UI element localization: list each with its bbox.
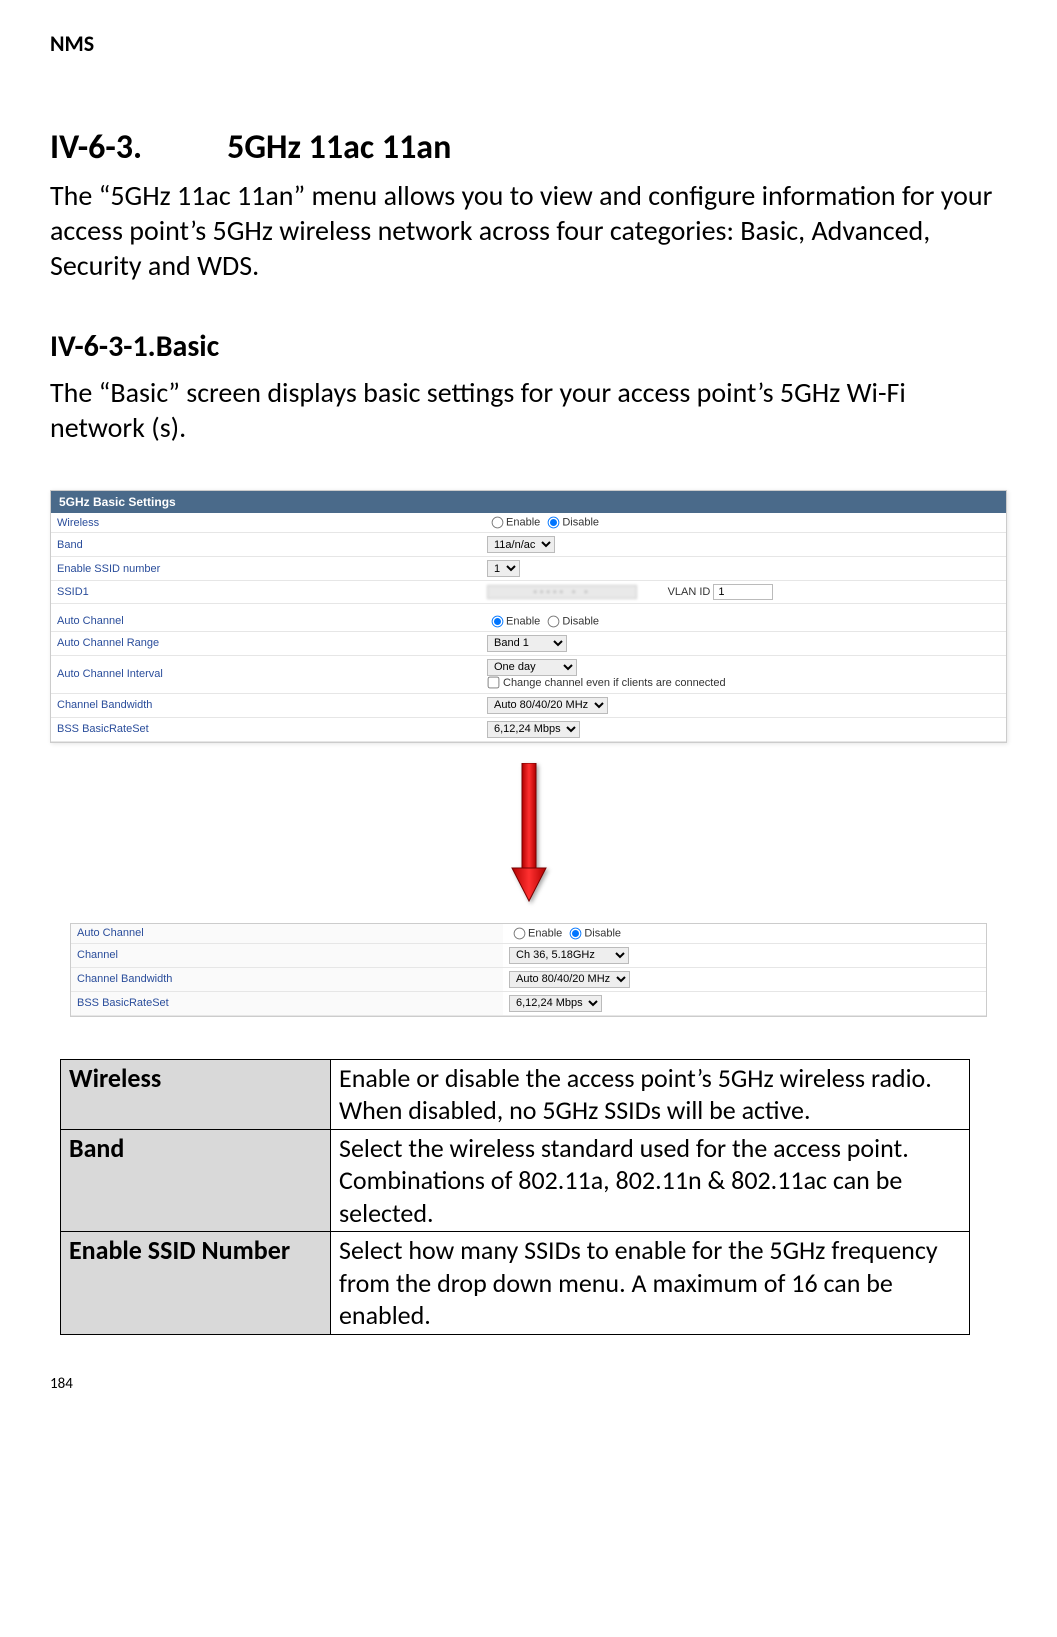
- table-row: Enable SSID Number Select how many SSIDs…: [61, 1232, 970, 1335]
- settings-table-2: Auto Channel Enable Disable Channel Ch 3…: [71, 924, 986, 1016]
- wireless-disable-label: Disable: [562, 516, 599, 528]
- auto-range-select[interactable]: Band 1: [487, 635, 567, 652]
- change-channel-checkbox[interactable]: [488, 676, 500, 688]
- table-row: Wireless Enable or disable the access po…: [61, 1059, 970, 1129]
- table-row: Band Select the wireless standard used f…: [61, 1129, 970, 1232]
- row-enable-ssid: Enable SSID number 1: [51, 557, 1006, 581]
- bss-select[interactable]: 6,12,24 Mbps: [487, 721, 580, 738]
- settings-panel-1: 5GHz Basic Settings Wireless Enable Disa…: [50, 490, 1007, 743]
- enable-ssid-select[interactable]: 1: [487, 560, 520, 577]
- label2-bss: BSS BasicRateSet: [71, 991, 503, 1015]
- subsection-title: Basic: [156, 328, 220, 365]
- subsection-paragraph: The “Basic” screen displays basic settin…: [50, 375, 1007, 445]
- label2-channel: Channel: [71, 943, 503, 967]
- vlan-id-label: VLAN ID: [668, 586, 711, 598]
- auto-channel-enable-radio[interactable]: [492, 615, 504, 627]
- auto-channel2-disable-label: Disable: [584, 927, 621, 939]
- auto-channel-disable-label: Disable: [562, 615, 599, 627]
- vlan-id-input[interactable]: [713, 584, 773, 600]
- section-title: 5GHz 11ac 11an: [227, 127, 451, 168]
- row-ssid1: SSID1 ▪▪▪▪▪ ▪ ▪ VLAN ID: [51, 581, 1006, 604]
- down-arrow-icon: [50, 763, 1007, 908]
- label2-ch-bw: Channel Bandwidth: [71, 967, 503, 991]
- change-channel-label: Change channel even if clients are conne…: [503, 676, 726, 688]
- label-band: Band: [51, 533, 481, 557]
- wireless-enable-radio[interactable]: [492, 517, 504, 529]
- desc-h-wireless: Wireless: [61, 1059, 331, 1129]
- auto-interval-select[interactable]: One day: [487, 659, 577, 676]
- subsection-number: IV-6-3-1.: [50, 328, 156, 365]
- label-wireless: Wireless: [51, 513, 481, 533]
- wireless-disable-radio[interactable]: [548, 517, 560, 529]
- label-auto-range: Auto Channel Range: [51, 631, 481, 655]
- label-enable-ssid: Enable SSID number: [51, 557, 481, 581]
- ch-bw2-select[interactable]: Auto 80/40/20 MHz: [509, 971, 630, 988]
- settings-panel-2: Auto Channel Enable Disable Channel Ch 3…: [70, 923, 987, 1017]
- auto-channel2-enable-radio[interactable]: [514, 927, 526, 939]
- row2-auto-channel: Auto Channel Enable Disable: [71, 924, 986, 944]
- section-heading: IV-6-3. 5GHz 11ac 11an: [50, 127, 1007, 168]
- row2-bss: BSS BasicRateSet 6,12,24 Mbps: [71, 991, 986, 1015]
- auto-channel-enable-label: Enable: [506, 615, 540, 627]
- auto-channel2-disable-radio[interactable]: [570, 927, 582, 939]
- ssid1-input[interactable]: ▪▪▪▪▪ ▪ ▪: [487, 585, 637, 599]
- settings-table-1: Wireless Enable Disable Band 11a/n/ac En…: [51, 513, 1006, 742]
- desc-h-ssidnum: Enable SSID Number: [61, 1232, 331, 1335]
- label-ch-bw: Channel Bandwidth: [51, 693, 481, 717]
- ch-bw-select[interactable]: Auto 80/40/20 MHz: [487, 697, 608, 714]
- band-select[interactable]: 11a/n/ac: [487, 536, 555, 553]
- row-wireless: Wireless Enable Disable: [51, 513, 1006, 533]
- page-number: 184: [50, 1375, 1007, 1393]
- row2-ch-bw: Channel Bandwidth Auto 80/40/20 MHz: [71, 967, 986, 991]
- desc-t-wireless: Enable or disable the access point’s 5GH…: [331, 1059, 970, 1129]
- auto-channel-disable-radio[interactable]: [548, 615, 560, 627]
- row-auto-interval: Auto Channel Interval One day Change cha…: [51, 655, 1006, 693]
- intro-paragraph: The “5GHz 11ac 11an” menu allows you to …: [50, 178, 1007, 283]
- row2-channel: Channel Ch 36, 5.18GHz: [71, 943, 986, 967]
- row-ch-bw: Channel Bandwidth Auto 80/40/20 MHz: [51, 693, 1006, 717]
- row-band: Band 11a/n/ac: [51, 533, 1006, 557]
- row-auto-range: Auto Channel Range Band 1: [51, 631, 1006, 655]
- section-number: IV-6-3.: [50, 127, 142, 168]
- doc-header: NMS: [50, 30, 1007, 57]
- row-bss: BSS BasicRateSet 6,12,24 Mbps: [51, 717, 1006, 741]
- row-auto-channel: Auto Channel Enable Disable: [51, 612, 1006, 632]
- label-ssid1: SSID1: [51, 581, 481, 604]
- auto-channel2-enable-label: Enable: [528, 927, 562, 939]
- label-auto-interval: Auto Channel Interval: [51, 655, 481, 693]
- bss2-select[interactable]: 6,12,24 Mbps: [509, 995, 602, 1012]
- panel-title: 5GHz Basic Settings: [51, 491, 1006, 513]
- desc-t-band: Select the wireless standard used for th…: [331, 1129, 970, 1232]
- label2-auto-channel: Auto Channel: [71, 924, 503, 944]
- subsection-heading: IV-6-3-1.Basic: [50, 328, 1007, 365]
- description-table: Wireless Enable or disable the access po…: [60, 1059, 970, 1335]
- wireless-enable-label: Enable: [506, 516, 540, 528]
- desc-h-band: Band: [61, 1129, 331, 1232]
- label-auto-channel: Auto Channel: [51, 612, 481, 632]
- label-bss: BSS BasicRateSet: [51, 717, 481, 741]
- channel-select[interactable]: Ch 36, 5.18GHz: [509, 947, 629, 964]
- desc-t-ssidnum: Select how many SSIDs to enable for the …: [331, 1232, 970, 1335]
